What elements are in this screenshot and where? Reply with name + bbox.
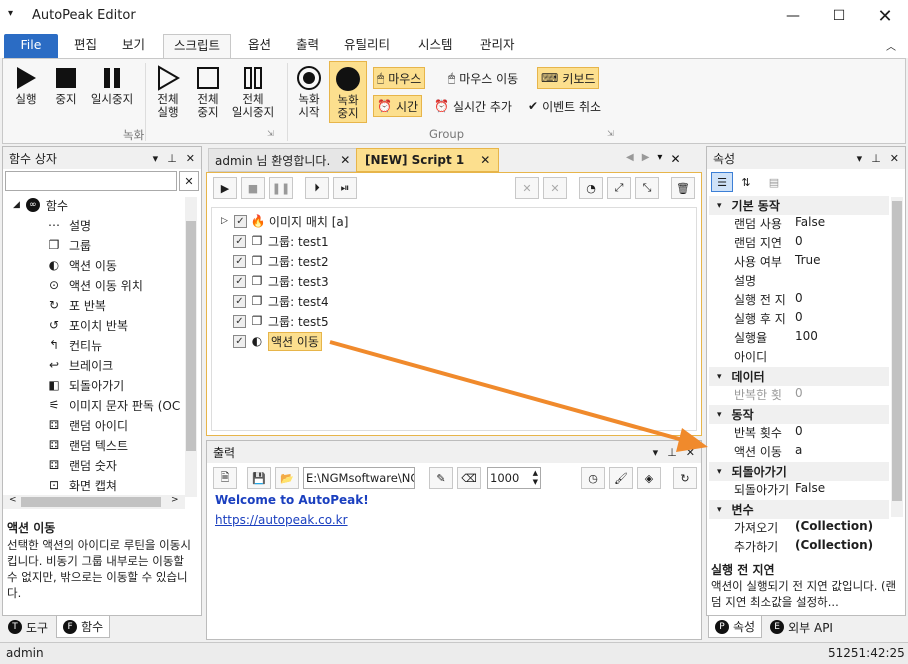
- annotation-arrow: [329, 340, 708, 452]
- status-bar: admin 51251:42:25: [0, 642, 908, 664]
- status-user: admin: [6, 646, 44, 660]
- status-time: 51251:42:25: [828, 646, 905, 660]
